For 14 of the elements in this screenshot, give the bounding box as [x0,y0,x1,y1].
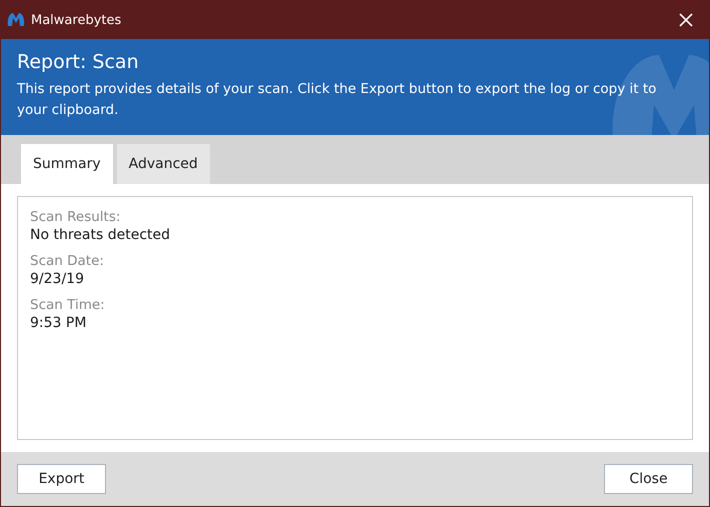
window-title: Malwarebytes [31,12,122,28]
field-label: Scan Time: [30,297,106,313]
field-label: Scan Results: [30,209,122,225]
dialog-button[interactable]: Close [604,464,693,494]
report-title: Report: Scan [17,51,140,73]
tab[interactable]: Advanced [116,144,210,184]
logo-icon [7,12,25,28]
tab[interactable]: Summary [21,144,113,184]
field-label: Scan Date: [30,253,105,269]
field-value: 9/23/19 [30,271,85,287]
dialog-button[interactable]: Export [17,464,106,494]
field-value: 9:53 PM [30,315,88,331]
field-value: No threats detected [30,227,172,243]
report-description: This report provides details of your scan. Click the Export button to export the log or copy it to your clipboard. [17,80,658,120]
